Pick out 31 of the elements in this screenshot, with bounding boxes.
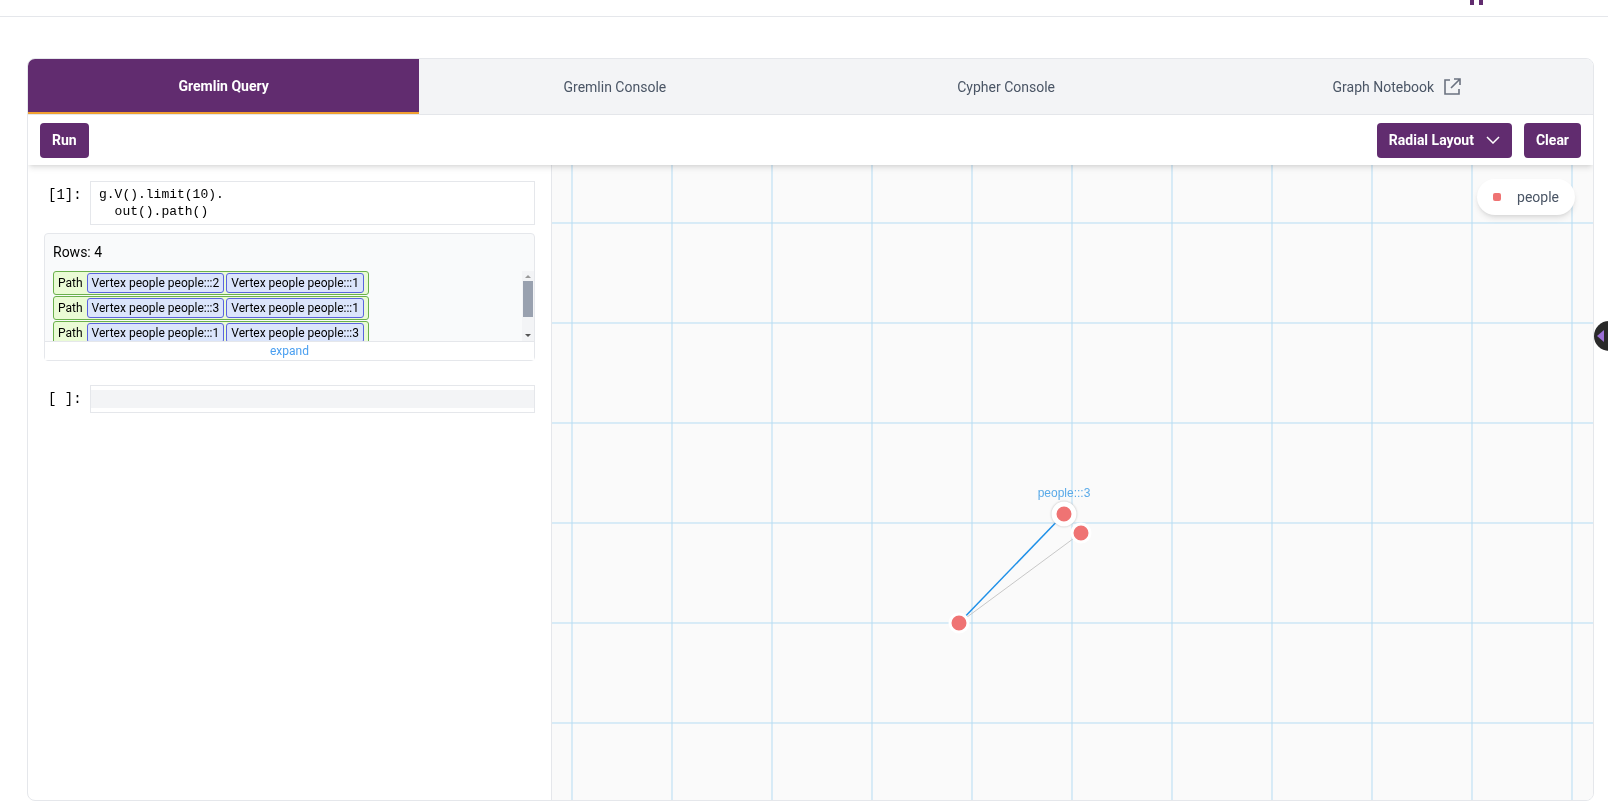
graph-node[interactable] [948, 612, 970, 634]
path-label: Path [58, 300, 84, 317]
vertex-tag: Vertex people people:::1 [226, 273, 364, 293]
tab[interactable]: Gremlin Console [419, 59, 811, 114]
vertex-tag: Vertex people people:::3 [226, 323, 364, 341]
vertex-tag: Vertex people people:::2 [86, 273, 225, 293]
path-label: Path [58, 325, 84, 341]
node-label: people:::3 [1037, 486, 1091, 500]
scrollbar[interactable] [522, 271, 534, 341]
cell-prompt: [ ]: [48, 390, 83, 409]
cell-prompt: [1]: [48, 186, 83, 205]
vertex-tag: Vertex people people:::1 [86, 323, 225, 341]
clear-button[interactable]: Clear [1523, 122, 1581, 158]
graph-edge[interactable] [966, 538, 1074, 618]
code-input[interactable]: g.V().limit(10). out().path() [90, 181, 535, 225]
tab[interactable]: Cypher Console [810, 59, 1202, 114]
graph-canvas[interactable]: people:::3 people [552, 165, 1593, 800]
graph-edge[interactable] [965, 520, 1058, 617]
tab[interactable]: Graph Notebook [1201, 59, 1593, 114]
legend-label: people [1517, 187, 1559, 207]
tab[interactable]: Gremlin Query [28, 59, 420, 114]
chevron-down-icon [1485, 136, 1500, 144]
rows-count: Rows: 4 [53, 244, 103, 260]
run-button[interactable]: Run [40, 122, 89, 158]
code-input[interactable] [90, 385, 535, 413]
path-label: Path [58, 275, 84, 292]
layout-dropdown[interactable]: Radial Layout [1376, 122, 1512, 158]
graph-node[interactable] [1070, 522, 1092, 544]
vertex-tag: Vertex people people:::3 [86, 298, 225, 318]
vertex-tag: Vertex people people:::1 [226, 298, 364, 318]
logo-icon [1470, 0, 1484, 5]
